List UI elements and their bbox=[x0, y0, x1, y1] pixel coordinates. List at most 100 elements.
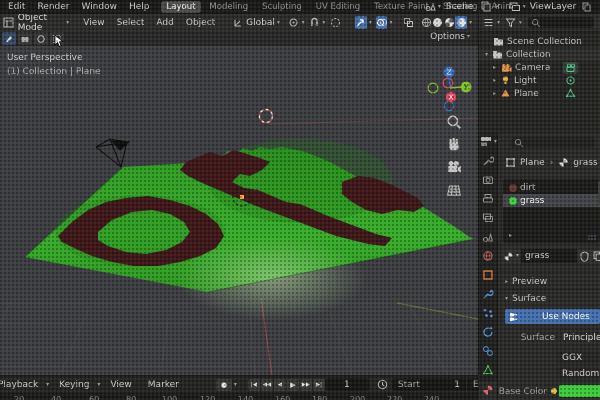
close-icon[interactable]: ✕ bbox=[494, 2, 501, 11]
shading-material-button[interactable] bbox=[444, 16, 456, 29]
distribution-dropdown[interactable]: GGX bbox=[557, 351, 600, 364]
tab-view-layer[interactable] bbox=[482, 212, 494, 224]
workspace-tab-uvediting[interactable]: UV Editing bbox=[310, 1, 366, 13]
viewport-menu-view[interactable]: View bbox=[77, 18, 110, 28]
pan-hand-icon[interactable] bbox=[446, 136, 462, 152]
next-keyframe-button[interactable]: ▶▶ bbox=[299, 378, 312, 391]
tab-material-active[interactable] bbox=[479, 381, 497, 400]
menu-edit[interactable]: Edit bbox=[2, 2, 31, 12]
marker-menu[interactable]: Marker bbox=[142, 380, 185, 390]
timeline-ruler[interactable]: 20 40 60 80 100 120 140 160 180 200 220 … bbox=[0, 393, 479, 400]
outliner-row-camera[interactable]: ▸ Camera bbox=[479, 61, 600, 74]
viewlayer-selector[interactable]: ✕ ▾ ViewLayer bbox=[481, 1, 591, 12]
shading-rendered-button[interactable] bbox=[455, 16, 467, 29]
brush-falloff-icon[interactable] bbox=[34, 32, 48, 45]
material-slot-grass[interactable]: grass bbox=[503, 194, 600, 207]
grid-view-icon[interactable] bbox=[446, 182, 462, 198]
tab-output[interactable] bbox=[482, 193, 494, 205]
breadcrumb-material[interactable]: grass bbox=[573, 158, 597, 168]
resize-grip-icon[interactable] bbox=[587, 234, 597, 240]
collapse-arrow-icon[interactable]: ▸ bbox=[493, 64, 496, 71]
scene-selector[interactable]: ▾ Scene bbox=[424, 1, 473, 12]
outliner-row-light[interactable]: ▸ Light bbox=[479, 74, 600, 87]
mode-selector[interactable]: Object Mode ▾ bbox=[18, 14, 70, 33]
expand-arrow-icon[interactable]: ▾ bbox=[485, 51, 488, 58]
base-color-socket-dot[interactable] bbox=[551, 388, 557, 394]
tab-particles[interactable] bbox=[482, 307, 494, 319]
new-scene-icon[interactable] bbox=[481, 1, 491, 12]
play-button[interactable]: ▶ bbox=[286, 378, 299, 391]
keying-menu[interactable]: Keying ▾ bbox=[53, 380, 100, 390]
properties-search-input[interactable] bbox=[511, 137, 595, 148]
panel-preview[interactable]: ▸ Preview bbox=[503, 277, 547, 287]
tab-scene[interactable] bbox=[482, 231, 494, 243]
transform-orientation-selector[interactable]: Global ▾ bbox=[233, 18, 280, 28]
current-frame-field[interactable]: 1 bbox=[324, 378, 369, 391]
outliner-filter-icon[interactable] bbox=[503, 16, 517, 29]
tab-object-data[interactable] bbox=[482, 364, 494, 376]
tab-modifiers[interactable] bbox=[482, 288, 494, 300]
use-nodes-button[interactable]: Use Nodes bbox=[505, 309, 600, 324]
base-color-swatch[interactable] bbox=[559, 385, 600, 397]
brush-icon[interactable] bbox=[2, 32, 16, 45]
gizmos-toggle[interactable] bbox=[355, 16, 367, 29]
panel-surface[interactable]: ▾ Surface bbox=[503, 294, 546, 304]
mesh-data-icon[interactable] bbox=[565, 88, 576, 99]
tab-object[interactable] bbox=[482, 269, 494, 281]
brush-blend-icon[interactable] bbox=[18, 32, 32, 45]
camera-view-icon[interactable] bbox=[446, 159, 462, 175]
copy-icon[interactable] bbox=[582, 2, 591, 12]
pivot-point-icon[interactable] bbox=[288, 16, 300, 29]
prev-keyframe-button[interactable]: ◀◀ bbox=[260, 378, 273, 391]
outliner-row-scene-collection[interactable]: Scene Collection bbox=[479, 35, 600, 48]
material-slot-dirt[interactable]: dirt bbox=[503, 181, 600, 194]
outliner-row-plane[interactable]: ▸ Plane bbox=[479, 87, 600, 100]
xray-toggle[interactable] bbox=[402, 16, 414, 29]
navigation-gizmo[interactable]: Z Y X bbox=[426, 64, 474, 112]
properties-editor-type-icon[interactable]: ▾ bbox=[480, 136, 497, 147]
breadcrumb-object[interactable]: Plane bbox=[520, 158, 545, 168]
tab-physics[interactable] bbox=[482, 326, 494, 338]
tab-world[interactable] bbox=[482, 250, 494, 262]
menu-help[interactable]: Help bbox=[123, 2, 156, 12]
surface-shader-selector[interactable]: Principled bbox=[559, 331, 600, 344]
collapse-arrow-icon[interactable]: ▸ bbox=[493, 77, 496, 84]
material-name-field[interactable]: grass bbox=[521, 249, 578, 263]
workspace-tab-layout[interactable]: Layout bbox=[160, 1, 202, 13]
workspace-tab-modeling[interactable]: Modeling bbox=[203, 1, 254, 13]
shading-wireframe-button[interactable] bbox=[420, 16, 432, 29]
viewport-menu-object[interactable]: Object bbox=[180, 18, 221, 28]
overlays-toggle[interactable] bbox=[375, 16, 388, 29]
workspace-tab-sculpting[interactable]: Sculpting bbox=[256, 1, 308, 13]
tab-tool[interactable] bbox=[482, 155, 494, 167]
outliner-row-collection[interactable]: ▾ Collection bbox=[479, 48, 600, 61]
prev-frame-button[interactable]: ◀ bbox=[273, 378, 286, 391]
playback-menu[interactable]: Playback ▾ bbox=[0, 380, 49, 390]
snap-magnet-icon[interactable] bbox=[309, 16, 321, 29]
material-browse-button[interactable]: ▾ bbox=[501, 249, 522, 263]
menu-window[interactable]: Window bbox=[75, 2, 123, 12]
menu-render[interactable]: Render bbox=[31, 2, 75, 12]
outliner-display-mode-icon[interactable] bbox=[481, 16, 495, 29]
start-frame-field[interactable]: Start 1 bbox=[391, 378, 466, 391]
proportional-editing-icon[interactable] bbox=[329, 16, 341, 29]
viewport-canvas[interactable]: User Perspective (1) Collection | Plane … bbox=[0, 46, 478, 375]
options-dropdown[interactable]: Options ▾ bbox=[430, 32, 470, 42]
fake-user-shield-icon[interactable] bbox=[577, 249, 592, 263]
light-data-icon[interactable] bbox=[565, 75, 576, 86]
editor-type-icon[interactable] bbox=[3, 16, 15, 29]
subsurface-method-dropdown[interactable]: Random Walk bbox=[557, 367, 600, 380]
tab-render[interactable] bbox=[482, 174, 494, 186]
collapse-arrow-icon[interactable]: ▸ bbox=[493, 90, 496, 97]
end-frame-field[interactable]: End 250 bbox=[466, 378, 479, 391]
tab-constraints[interactable] bbox=[482, 345, 494, 357]
jump-to-end-button[interactable]: ▶| bbox=[312, 378, 325, 391]
viewport-menu-add[interactable]: Add bbox=[150, 18, 179, 28]
timeline-view-menu[interactable]: View bbox=[104, 380, 137, 390]
slot-specials-icon[interactable]: ▸ bbox=[509, 233, 512, 239]
new-material-icon[interactable] bbox=[591, 249, 600, 263]
clock-icon[interactable] bbox=[377, 379, 388, 390]
viewport-menu-select[interactable]: Select bbox=[111, 18, 151, 28]
camera-data-icon[interactable] bbox=[563, 61, 578, 74]
jump-to-start-button[interactable]: |◀ bbox=[247, 378, 260, 391]
